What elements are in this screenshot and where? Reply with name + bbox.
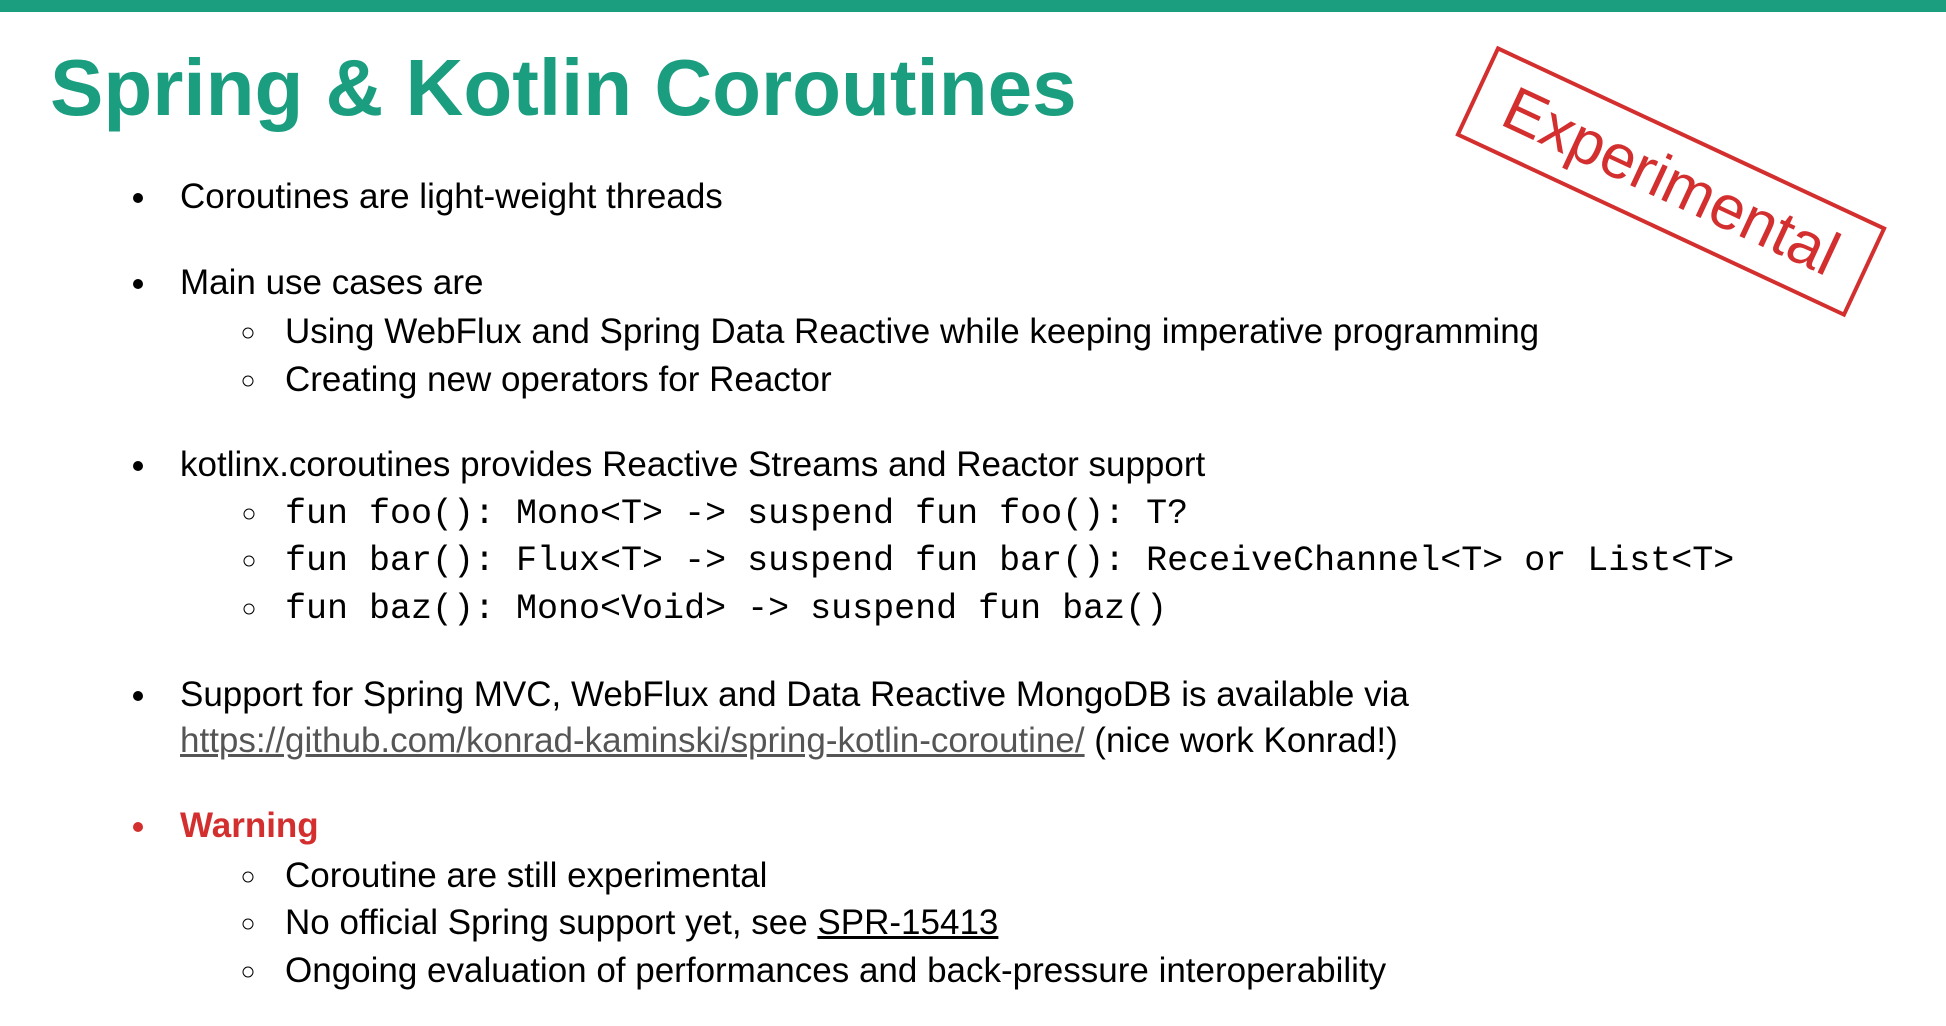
bullet-main-use-cases: Main use cases are Using WebFlux and Spr… bbox=[160, 260, 1896, 403]
bullet-kotlinx-coroutines: kotlinx.coroutines provides Reactive Str… bbox=[160, 442, 1896, 632]
sub-bullet-experimental: Coroutine are still experimental bbox=[270, 853, 1896, 899]
bullet-list: Coroutines are light-weight threads Main… bbox=[50, 174, 1896, 993]
bullet-text-pre: Support for Spring MVC, WebFlux and Data… bbox=[180, 675, 1409, 714]
sub-bullet-spr-pre: No official Spring support yet, see bbox=[285, 903, 817, 942]
sub-bullet-evaluation: Ongoing evaluation of performances and b… bbox=[270, 948, 1896, 994]
bullet-text: Main use cases are bbox=[180, 263, 483, 302]
code-line-baz: fun baz(): Mono<Void> -> suspend fun baz… bbox=[270, 587, 1896, 633]
jira-link[interactable]: SPR-15413 bbox=[817, 903, 998, 942]
sub-list-use-cases: Using WebFlux and Spring Data Reactive w… bbox=[180, 309, 1896, 402]
bullet-text-post: (nice work Konrad!) bbox=[1085, 721, 1398, 760]
code-line-foo: fun foo(): Mono<T> -> suspend fun foo():… bbox=[270, 492, 1896, 538]
warning-label: Warning bbox=[180, 806, 319, 845]
sub-bullet-spr: No official Spring support yet, see SPR-… bbox=[270, 900, 1896, 946]
bullet-text: kotlinx.coroutines provides Reactive Str… bbox=[180, 445, 1205, 484]
bullet-support-via: Support for Spring MVC, WebFlux and Data… bbox=[160, 672, 1896, 763]
github-link[interactable]: https://github.com/konrad-kaminski/sprin… bbox=[180, 721, 1085, 760]
sub-list-code: fun foo(): Mono<T> -> suspend fun foo():… bbox=[180, 492, 1896, 633]
bullet-warning: Warning Coroutine are still experimental… bbox=[160, 803, 1896, 993]
sub-bullet-webflux: Using WebFlux and Spring Data Reactive w… bbox=[270, 309, 1896, 355]
sub-list-warning: Coroutine are still experimental No offi… bbox=[180, 853, 1896, 994]
slide-body: Experimental Spring & Kotlin Coroutines … bbox=[0, 12, 1946, 993]
sub-bullet-operators: Creating new operators for Reactor bbox=[270, 357, 1896, 403]
slide-top-bar bbox=[0, 0, 1946, 12]
code-line-bar: fun bar(): Flux<T> -> suspend fun bar():… bbox=[270, 539, 1896, 585]
